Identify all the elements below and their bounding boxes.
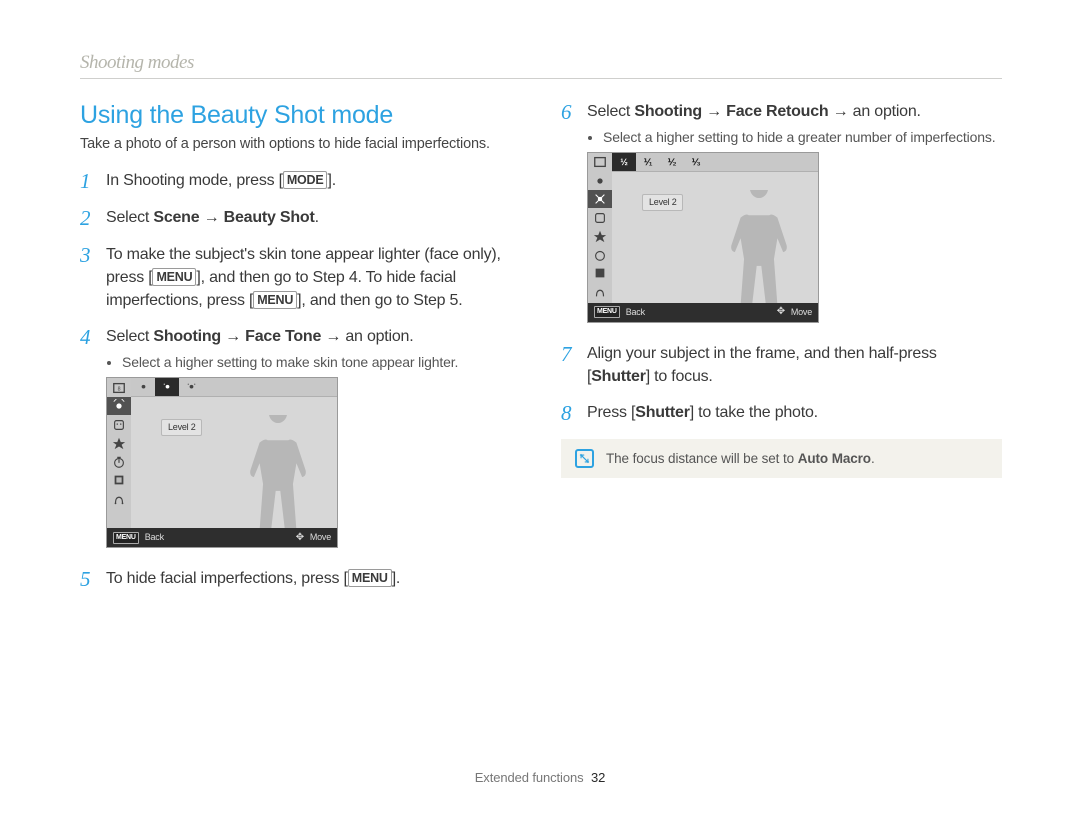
step-7: Align your subject in the frame, and the… [587,343,1002,388]
lcd-tab-1-3: ⅟₃ [684,153,708,171]
step-8: Press [Shutter] to take the photo. [587,402,1002,425]
step-3: To make the subject's skin tone appear l… [106,244,521,312]
step-5: To hide facial imperfections, press [MEN… [106,568,521,591]
step-4: Select Shooting → Face Tone → an option.… [106,326,521,554]
lcd-facetone: 8 [106,377,338,548]
step-number-6: 6 [561,101,577,329]
timer-icon [588,245,612,264]
step-number-1: 1 [80,170,96,193]
lcd-tab-half-selected: ½ [612,153,636,171]
lcd-bottom-bar: MENU Back ✥ Move [107,528,337,547]
nav-icon: ✥ [296,531,304,545]
person-silhouette-icon [724,190,794,303]
lcd-tab-1 [131,378,155,396]
step-number-3: 3 [80,244,96,312]
lcd-level-label: Level 2 [161,419,202,436]
lcd-menu-key-icon: MENU [113,532,139,544]
lcd-tab-3 [179,378,203,396]
lcd-bottom-bar: MENU Back ✥ Move [588,303,818,322]
timer-icon [107,452,131,471]
lcd-topbar: ½ ⅟₁ ⅟₂ ⅟₃ [612,153,818,172]
key-menu: MENU [253,291,297,309]
key-mode: MODE [283,171,328,189]
footer-page-number: 32 [591,770,605,785]
facetone-icon [107,397,131,416]
lcd-sidebar: 8 [107,378,131,528]
quality-icon [107,434,131,453]
left-column: Using the Beauty Shot mode Take a photo … [80,101,521,605]
lcd-faceretouch: ½ ⅟₁ ⅟₂ ⅟₃ Level 2 [587,152,819,323]
footer: Extended functions 32 [0,770,1080,785]
step-number-5: 5 [80,568,96,591]
faceretouch-icon [588,190,612,209]
lcd-move-label: Move [791,306,812,319]
lcd-back-label: Back [626,306,645,319]
step-6: Select Shooting → Face Retouch → an opti… [587,101,1002,329]
note-text: The focus distance will be set to Auto M… [606,451,875,466]
res-icon: 8 [107,378,131,397]
step-4-bullet: Select a higher setting to make skin ton… [122,353,521,371]
step-1: In Shooting mode, press [MODE]. [106,170,521,193]
section-label: Shooting modes [80,52,1002,74]
key-menu: MENU [348,569,392,587]
lcd-level-label: Level 2 [642,194,683,211]
step-number-4: 4 [80,326,96,554]
lcd-topbar [131,378,337,397]
step-2: Select Scene → Beauty Shot. [106,207,521,230]
face-detect-icon [107,415,131,434]
person-silhouette-icon [243,415,313,528]
intro-text: Take a photo of a person with options to… [80,136,521,152]
lcd-menu-key-icon: MENU [594,306,620,318]
nav-icon: ✥ [777,305,785,319]
step-6-bullet: Select a higher setting to hide a greate… [603,128,1002,146]
is-icon [107,489,131,508]
note-box: The focus distance will be set to Auto M… [561,439,1002,478]
step-number-7: 7 [561,343,577,388]
svg-text:8: 8 [118,386,121,392]
facetone-icon [588,171,612,190]
right-column: 6 Select Shooting → Face Retouch → an op… [561,101,1002,605]
lcd-back-label: Back [145,531,164,544]
res-icon [588,153,612,172]
page-title: Using the Beauty Shot mode [80,101,521,130]
lcd-move-label: Move [310,531,331,544]
quality-icon [588,227,612,246]
lcd-sidebar [588,153,612,303]
sharp-icon [588,264,612,283]
step-number-8: 8 [561,402,577,425]
key-menu: MENU [152,268,196,286]
step-number-2: 2 [80,207,96,230]
lcd-tab-2-selected [155,378,179,396]
note-icon [575,449,594,468]
face-detect-icon [588,208,612,227]
footer-label: Extended functions [475,770,584,785]
is-icon [588,282,612,301]
lcd-tab-1-2: ⅟₂ [660,153,684,171]
lcd-tab-1-1: ⅟₁ [636,153,660,171]
divider [80,78,1002,79]
sharp-icon [107,471,131,490]
